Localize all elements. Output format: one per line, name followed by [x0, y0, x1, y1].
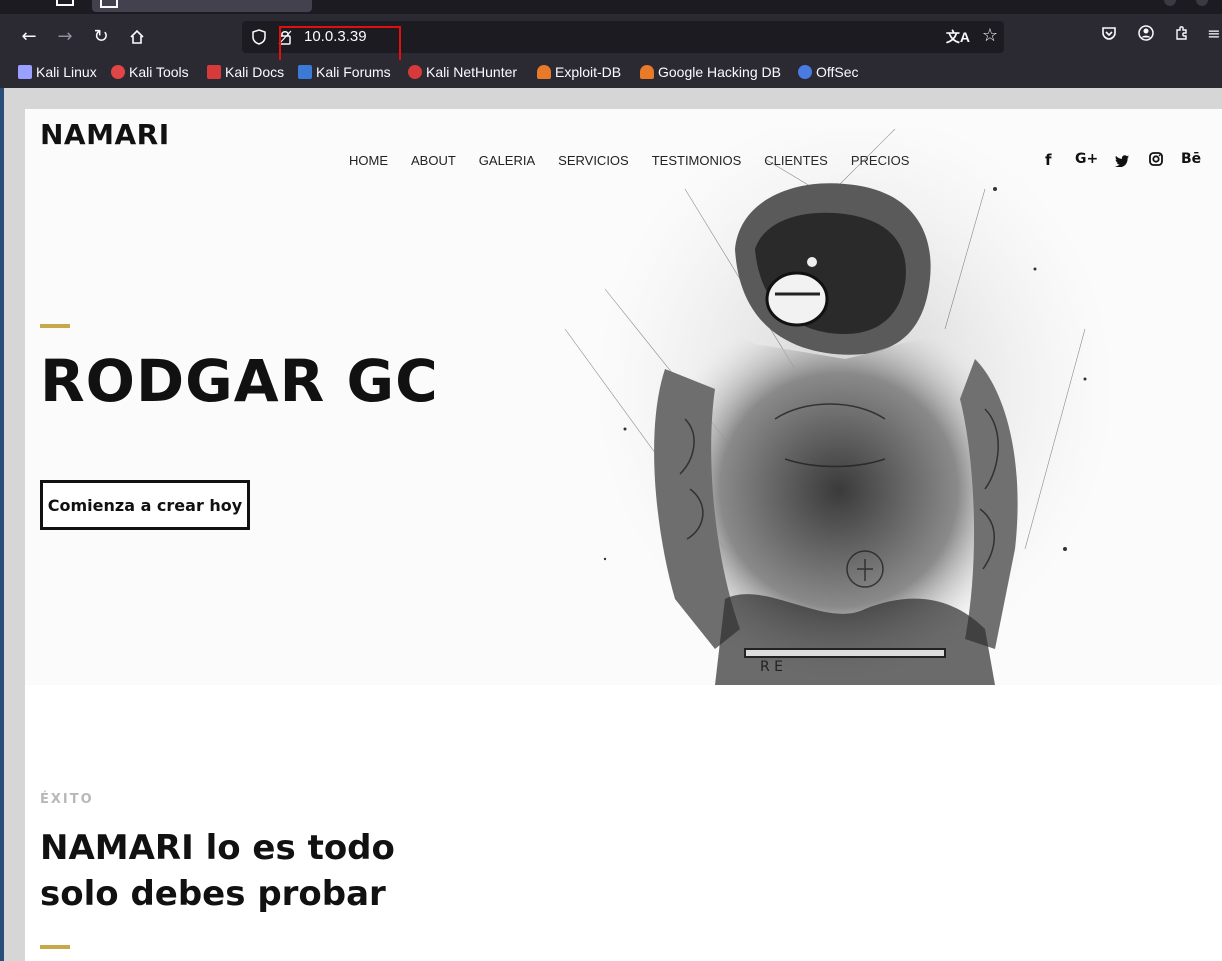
behance-icon[interactable]: Bē [1181, 151, 1201, 167]
bookmark-exploit-db[interactable]: Exploit-DB [537, 64, 621, 80]
window-close-icon[interactable] [1196, 0, 1208, 6]
reload-icon[interactable]: ↻ [86, 22, 116, 52]
browser-toolbar: ← → ↻ 10.0.3.39 文A ☆ [0, 14, 1222, 71]
ghdb-icon [640, 65, 654, 79]
tab-favicon-icon [100, 0, 118, 8]
bookmark-label: Kali Forums [316, 64, 391, 80]
exploit-db-icon [537, 65, 551, 79]
section-accent-bar [40, 945, 70, 949]
window-minimize-icon[interactable] [1164, 0, 1176, 6]
web-page: NAMARI HOME ABOUT GALERIA SERVICIOS TEST… [25, 109, 1222, 961]
menu-icon[interactable]: ≡ [1206, 22, 1222, 44]
account-icon[interactable] [1135, 22, 1157, 44]
bookmark-offsec[interactable]: OffSec [798, 64, 859, 80]
hero-artwork-image: R E [565, 129, 1115, 685]
translate-icon[interactable]: 文A [946, 27, 970, 47]
nav-about[interactable]: ABOUT [411, 153, 456, 168]
bookmark-label: Kali Linux [36, 64, 97, 80]
bookmark-kali-linux[interactable]: Kali Linux [18, 64, 97, 80]
bookmark-label: Exploit-DB [555, 64, 622, 80]
bookmark-label: Google Hacking DB [658, 64, 781, 80]
nav-home[interactable]: HOME [349, 153, 388, 168]
cta-button[interactable]: Comienza a crear hoy [40, 480, 250, 530]
bookmark-google-hacking-db[interactable]: Google Hacking DB [640, 64, 781, 80]
section-eyebrow: ÉXITO [40, 792, 94, 807]
back-icon[interactable]: ← [14, 22, 44, 52]
bookmark-kali-docs[interactable]: Kali Docs [207, 64, 284, 80]
bookmark-label: Kali NetHunter [426, 64, 518, 80]
bookmark-kali-nethunter[interactable]: Kali NetHunter [408, 64, 517, 80]
kali-docs-icon [207, 65, 221, 79]
extensions-icon[interactable] [1171, 22, 1193, 44]
bookmark-label: OffSec [816, 64, 859, 80]
active-tab[interactable] [92, 0, 312, 12]
svg-text:R E: R E [760, 659, 783, 675]
bookmark-kali-tools[interactable]: Kali Tools [111, 64, 189, 80]
hero-section: NAMARI HOME ABOUT GALERIA SERVICIOS TEST… [25, 109, 1222, 685]
kali-nethunter-icon [408, 65, 422, 79]
bookmark-kali-forums[interactable]: Kali Forums [298, 64, 391, 80]
tab-strip [0, 0, 1222, 14]
bookmarks-toolbar: Kali Linux Kali Tools Kali Docs Kali For… [0, 60, 1222, 88]
kali-dragon-icon [18, 65, 32, 79]
forward-icon[interactable]: → [50, 22, 80, 52]
section-title-line2: solo debes probar [40, 874, 386, 914]
section-title-line1: NAMARI lo es todo [40, 828, 395, 868]
home-icon[interactable] [122, 22, 152, 52]
nav-galeria[interactable]: GALERIA [479, 153, 535, 168]
tab-overview-icon[interactable] [56, 0, 74, 6]
section-title: NAMARI lo es todo solo debes probar [40, 825, 560, 917]
tracking-shield-icon[interactable] [252, 29, 266, 45]
bookmark-star-icon[interactable]: ☆ [982, 25, 998, 46]
site-logo[interactable]: NAMARI [40, 118, 170, 151]
pocket-icon[interactable] [1098, 22, 1120, 44]
instagram-icon[interactable] [1149, 152, 1163, 170]
bookmark-label: Kali Tools [129, 64, 189, 80]
kali-tools-icon [111, 65, 125, 79]
kali-forums-icon [298, 65, 312, 79]
bookmark-label: Kali Docs [225, 64, 285, 80]
offsec-icon [798, 65, 812, 79]
hero-title: RODGAR GC [40, 347, 439, 415]
page-viewport: NAMARI HOME ABOUT GALERIA SERVICIOS TEST… [4, 88, 1222, 961]
accent-bar [40, 324, 70, 328]
